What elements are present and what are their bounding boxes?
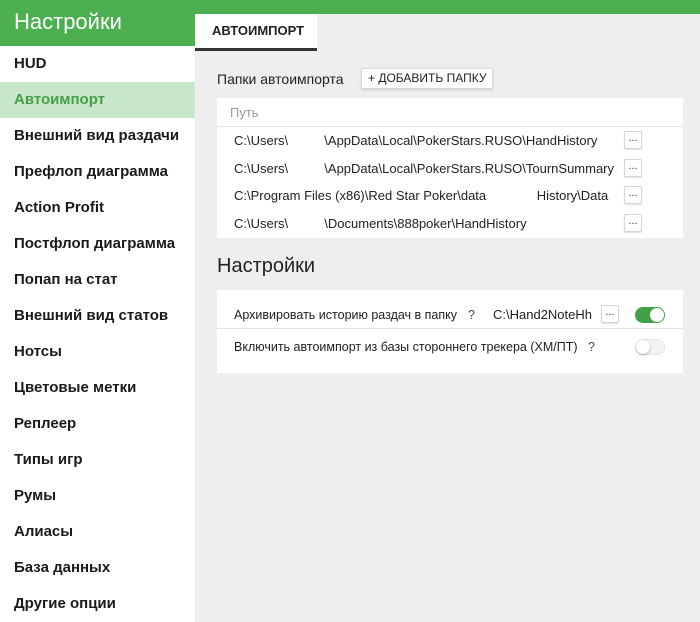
sidebar-item-postflop-chart[interactable]: Постфлоп диаграмма bbox=[0, 226, 195, 262]
header-strip bbox=[195, 0, 700, 14]
path-value: C:\Users\ \Documents\888poker\HandHistor… bbox=[234, 215, 527, 231]
help-icon[interactable]: ? bbox=[588, 340, 595, 354]
sidebar-item-replayer[interactable]: Реплеер bbox=[0, 406, 195, 442]
import-folders-label: Папки автоимпорта bbox=[217, 71, 344, 87]
browse-button[interactable]: ... bbox=[624, 213, 642, 232]
table-row: C:\Users\ \AppData\Local\PokerStars.RUSO… bbox=[217, 155, 683, 183]
path-value: C:\Users\ \AppData\Local\PokerStars.RUSO… bbox=[234, 133, 598, 148]
sidebar-title: Настройки bbox=[0, 0, 195, 46]
table-row: C:\Program Files (x86)\Red Star Poker\da… bbox=[217, 182, 683, 210]
tab-bar: АВТОИМПОРТ bbox=[195, 14, 700, 51]
browse-button[interactable]: ... bbox=[624, 158, 642, 177]
sidebar-nav: HUD Автоимпорт Внешний вид раздачи Префл… bbox=[0, 46, 195, 622]
third-party-import-label: Включить автоимпорт из базы стороннего т… bbox=[234, 340, 578, 354]
archive-path-value: C:\Hand2NoteHh bbox=[493, 307, 592, 322]
browse-button[interactable]: ... bbox=[624, 131, 642, 149]
sidebar-item-notes[interactable]: Нотсы bbox=[0, 334, 195, 370]
third-party-import-toggle[interactable] bbox=[635, 339, 665, 355]
settings-card: Архивировать историю раздач в папку ? C:… bbox=[217, 290, 683, 373]
sidebar-item-preflop-chart[interactable]: Префлоп диаграмма bbox=[0, 154, 195, 190]
sidebar-item-database[interactable]: База данных bbox=[0, 550, 195, 586]
add-folder-button[interactable]: + ДОБАВИТЬ ПАПКУ bbox=[361, 68, 494, 89]
path-value: C:\Users\ \AppData\Local\PokerStars.RUSO… bbox=[234, 160, 615, 176]
sidebar-item-aliases[interactable]: Алиасы bbox=[0, 514, 195, 550]
sidebar-item-action-profit[interactable]: Action Profit bbox=[0, 190, 195, 226]
sidebar-item-stats-appearance[interactable]: Внешний вид статов bbox=[0, 298, 195, 334]
third-party-import-row: Включить автоимпорт из базы стороннего т… bbox=[217, 333, 683, 361]
path-value: C:\Program Files (x86)\Red Star Poker\da… bbox=[234, 188, 609, 203]
table-row: C:\Users\ \AppData\Local\PokerStars.RUSO… bbox=[217, 127, 683, 155]
archive-label: Архивировать историю раздач в папку bbox=[234, 308, 457, 322]
sidebar-item-other-options[interactable]: Другие опции bbox=[0, 586, 195, 622]
archive-setting-row: Архивировать историю раздач в папку ? C:… bbox=[217, 301, 683, 329]
sidebar-item-stat-popup[interactable]: Попап на стат bbox=[0, 262, 195, 298]
sidebar-item-hud[interactable]: HUD bbox=[0, 46, 195, 82]
tab-autoimport[interactable]: АВТОИМПОРТ bbox=[195, 14, 317, 51]
archive-browse-button[interactable]: ... bbox=[601, 305, 619, 323]
archive-toggle[interactable] bbox=[635, 307, 665, 323]
toggle-knob bbox=[650, 308, 664, 322]
sidebar-item-color-markers[interactable]: Цветовые метки bbox=[0, 370, 195, 406]
help-icon[interactable]: ? bbox=[468, 308, 475, 322]
browse-button[interactable]: ... bbox=[624, 186, 642, 204]
toggle-knob bbox=[636, 340, 650, 354]
main-content: АВТОИМПОРТ Папки автоимпорта + ДОБАВИТЬ … bbox=[195, 14, 700, 622]
sidebar-item-hand-appearance[interactable]: Внешний вид раздачи bbox=[0, 118, 195, 154]
sidebar-item-game-types[interactable]: Типы игр bbox=[0, 442, 195, 478]
sidebar: Настройки HUD Автоимпорт Внешний вид раз… bbox=[0, 0, 195, 622]
table-row: C:\Users\ \Documents\888poker\HandHistor… bbox=[217, 210, 683, 238]
settings-section-title: Настройки bbox=[217, 255, 316, 277]
sidebar-item-autoimport[interactable]: Автоимпорт bbox=[0, 82, 195, 118]
import-paths-table: Путь C:\Users\ \AppData\Local\PokerStars… bbox=[217, 98, 683, 238]
sidebar-item-rooms[interactable]: Румы bbox=[0, 478, 195, 514]
path-column-header: Путь bbox=[217, 98, 683, 127]
